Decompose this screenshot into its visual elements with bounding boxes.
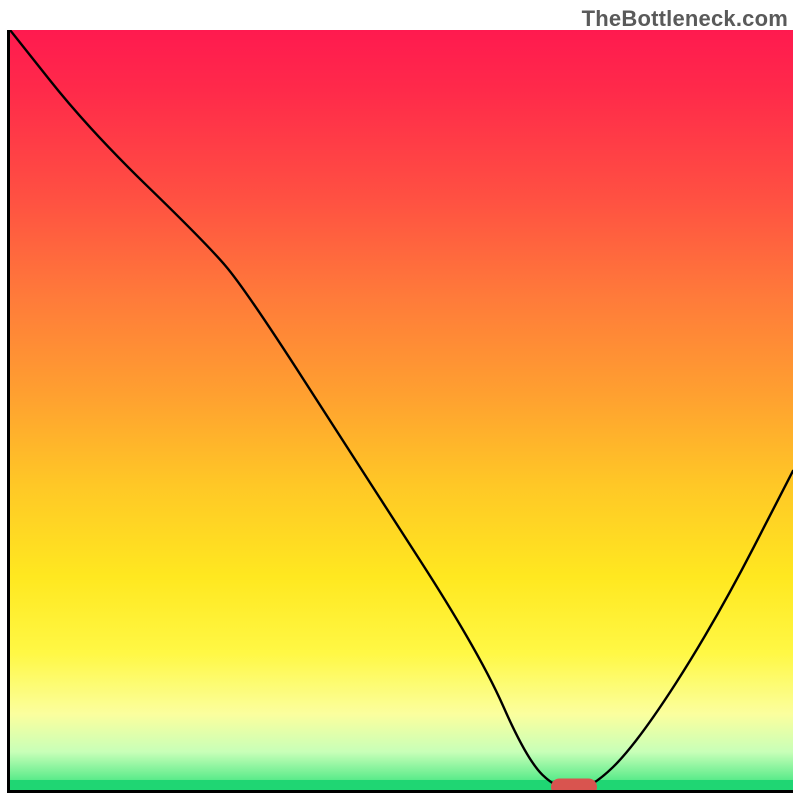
attribution-text: TheBottleneck.com [582,6,788,32]
axes-frame [7,30,793,793]
